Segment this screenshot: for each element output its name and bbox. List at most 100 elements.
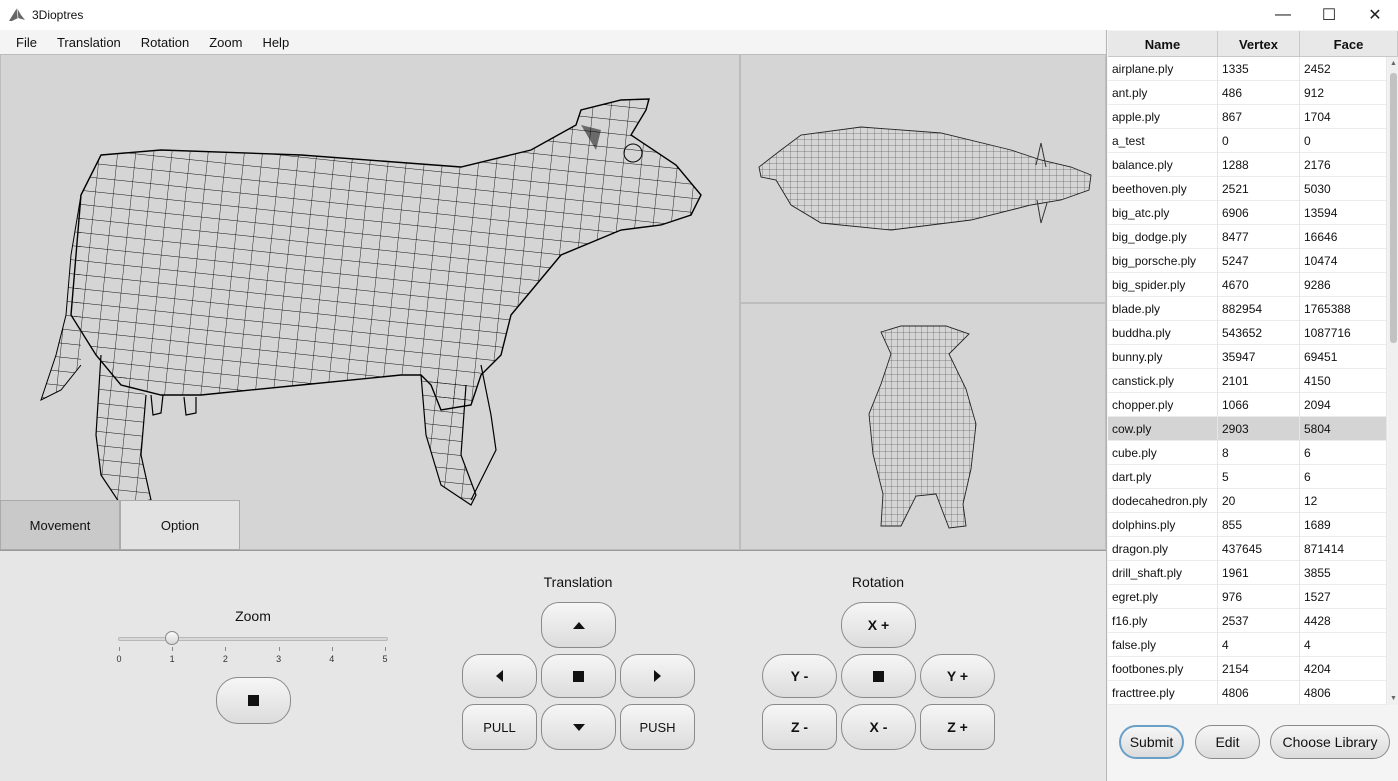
submit-button[interactable]: Submit — [1119, 725, 1184, 759]
table-row[interactable]: dolphins.ply 855 1689 — [1108, 513, 1387, 537]
table-row[interactable]: a_test 0 0 — [1108, 129, 1387, 153]
zoom-stop-button[interactable] — [216, 677, 291, 724]
zoom-tick-label: 3 — [276, 654, 282, 664]
menu-file[interactable]: File — [6, 35, 47, 50]
menu-translation[interactable]: Translation — [47, 35, 131, 50]
table-row[interactable]: apple.ply 867 1704 — [1108, 105, 1387, 129]
table-row[interactable]: ant.ply 486 912 — [1108, 81, 1387, 105]
column-vertex-header[interactable]: Vertex — [1218, 31, 1300, 57]
cell-face: 2452 — [1300, 57, 1387, 81]
scroll-up-icon[interactable]: ▲ — [1389, 59, 1398, 68]
pull-button[interactable]: PULL — [462, 704, 537, 750]
cell-face: 6 — [1300, 441, 1387, 465]
table-row[interactable]: buddha.ply 543652 1087716 — [1108, 321, 1387, 345]
close-button[interactable]: ✕ — [1352, 0, 1398, 30]
rotate-y-minus-button[interactable]: Y - — [762, 654, 837, 698]
table-row[interactable]: f16.ply 2537 4428 — [1108, 609, 1387, 633]
tab-movement[interactable]: Movement — [0, 500, 120, 550]
front-view-canvas[interactable] — [741, 304, 1105, 549]
cell-vertex: 2521 — [1218, 177, 1300, 201]
push-button[interactable]: PUSH — [620, 704, 695, 750]
cell-face: 1765388 — [1300, 297, 1387, 321]
table-row[interactable]: dart.ply 5 6 — [1108, 465, 1387, 489]
app-logo-icon — [9, 7, 25, 21]
choose-library-button[interactable]: Choose Library — [1270, 725, 1390, 759]
rotate-y-plus-button[interactable]: Y + — [920, 654, 995, 698]
table-row[interactable]: chopper.ply 1066 2094 — [1108, 393, 1387, 417]
cell-vertex: 35947 — [1218, 345, 1300, 369]
menu-rotation[interactable]: Rotation — [131, 35, 199, 50]
table-row[interactable]: big_spider.ply 4670 9286 — [1108, 273, 1387, 297]
table-row[interactable]: dodecahedron.ply 20 12 — [1108, 489, 1387, 513]
minimize-button[interactable]: — — [1260, 0, 1306, 30]
cell-name: f16.ply — [1108, 609, 1218, 633]
rotate-z-minus-button[interactable]: Z - — [762, 704, 837, 750]
column-face-header[interactable]: Face — [1300, 31, 1398, 57]
arrow-up-icon — [572, 621, 585, 629]
cell-vertex: 976 — [1218, 585, 1300, 609]
scrollbar-thumb[interactable] — [1390, 73, 1397, 343]
cell-name: fracttree.ply — [1108, 681, 1218, 705]
translate-left-button[interactable] — [462, 654, 537, 698]
cell-face: 2094 — [1300, 393, 1387, 417]
cell-face: 912 — [1300, 81, 1387, 105]
top-view-canvas[interactable] — [741, 55, 1105, 302]
rotate-stop-button[interactable] — [841, 654, 916, 698]
table-row[interactable]: blade.ply 882954 1765388 — [1108, 297, 1387, 321]
cell-face: 2176 — [1300, 153, 1387, 177]
cell-name: big_dodge.ply — [1108, 225, 1218, 249]
translate-right-button[interactable] — [620, 654, 695, 698]
cell-vertex: 2154 — [1218, 657, 1300, 681]
cell-face: 5804 — [1300, 417, 1387, 441]
table-row[interactable]: footbones.ply 2154 4204 — [1108, 657, 1387, 681]
zoom-slider-thumb[interactable] — [165, 631, 180, 645]
menu-help[interactable]: Help — [252, 35, 299, 50]
cell-face: 0 — [1300, 129, 1387, 153]
cell-vertex: 1335 — [1218, 57, 1300, 81]
cell-vertex: 867 — [1218, 105, 1300, 129]
table-row[interactable]: dragon.ply 437645 871414 — [1108, 537, 1387, 561]
cell-vertex: 5247 — [1218, 249, 1300, 273]
table-row[interactable]: big_porsche.ply 5247 10474 — [1108, 249, 1387, 273]
translate-stop-button[interactable] — [541, 654, 616, 698]
table-row[interactable]: drill_shaft.ply 1961 3855 — [1108, 561, 1387, 585]
table-row[interactable]: balance.ply 1288 2176 — [1108, 153, 1387, 177]
zoom-tick-label: 0 — [116, 654, 122, 664]
cell-face: 4204 — [1300, 657, 1387, 681]
table-row[interactable]: canstick.ply 2101 4150 — [1108, 369, 1387, 393]
table-scrollbar[interactable]: ▲ ▼ — [1388, 57, 1398, 705]
maximize-button[interactable]: ☐ — [1306, 0, 1352, 30]
table-row[interactable]: big_dodge.ply 8477 16646 — [1108, 225, 1387, 249]
title-bar: 3Dioptres — ☐ ✕ — [0, 0, 1398, 30]
zoom-tick — [385, 647, 386, 651]
translate-up-button[interactable] — [541, 602, 616, 648]
scroll-down-icon[interactable]: ▼ — [1389, 694, 1398, 703]
rotate-x-plus-button[interactable]: X + — [841, 602, 916, 648]
menu-zoom[interactable]: Zoom — [199, 35, 252, 50]
cell-vertex: 0 — [1218, 129, 1300, 153]
cell-name: dragon.ply — [1108, 537, 1218, 561]
table-row[interactable]: false.ply 4 4 — [1108, 633, 1387, 657]
table-row[interactable]: fracttree.ply 4806 4806 — [1108, 681, 1387, 705]
table-row[interactable]: cube.ply 8 6 — [1108, 441, 1387, 465]
tab-option[interactable]: Option — [120, 500, 240, 550]
cow-wireframe-side — [40, 98, 702, 506]
side-view-canvas[interactable] — [1, 55, 739, 549]
cell-face: 16646 — [1300, 225, 1387, 249]
table-row[interactable]: cow.ply 2903 5804 — [1108, 417, 1387, 441]
cow-wireframe-front — [868, 325, 977, 529]
control-panel: Zoom 0 1 2 3 4 5 Translation PULL PUSH Rotati… — [0, 550, 1106, 781]
translate-down-button[interactable] — [541, 704, 616, 750]
cell-vertex: 4670 — [1218, 273, 1300, 297]
edit-button[interactable]: Edit — [1195, 725, 1260, 759]
table-row[interactable]: bunny.ply 35947 69451 — [1108, 345, 1387, 369]
table-row[interactable]: egret.ply 976 1527 — [1108, 585, 1387, 609]
rotate-z-plus-button[interactable]: Z + — [920, 704, 995, 750]
cell-name: balance.ply — [1108, 153, 1218, 177]
zoom-slider-track[interactable] — [118, 637, 388, 641]
table-row[interactable]: airplane.ply 1335 2452 — [1108, 57, 1387, 81]
table-row[interactable]: beethoven.ply 2521 5030 — [1108, 177, 1387, 201]
column-name-header[interactable]: Name — [1108, 31, 1218, 57]
rotate-x-minus-button[interactable]: X - — [841, 704, 916, 750]
table-row[interactable]: big_atc.ply 6906 13594 — [1108, 201, 1387, 225]
